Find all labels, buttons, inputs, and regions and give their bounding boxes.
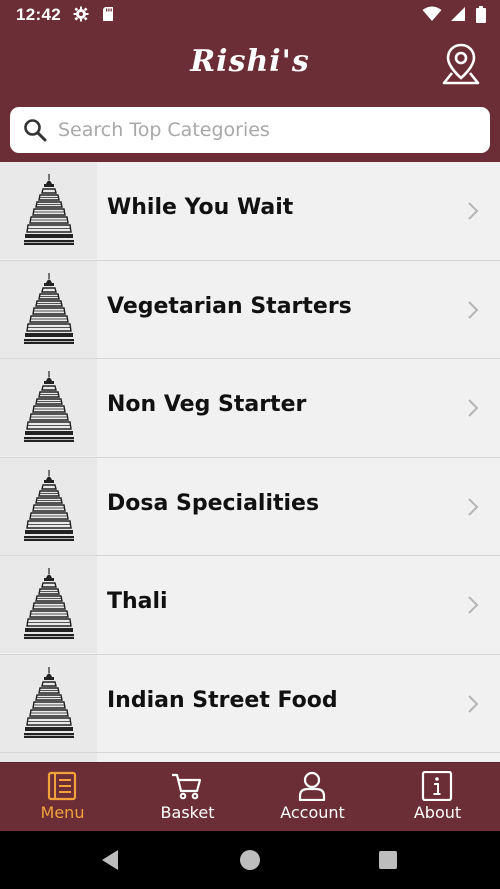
temple-tower-icon xyxy=(23,272,75,345)
list-item[interactable]: While You Wait xyxy=(0,162,500,261)
info-icon xyxy=(421,771,453,801)
category-thumbnail xyxy=(0,654,97,752)
tab-about-label: About xyxy=(413,803,462,822)
back-icon[interactable] xyxy=(100,849,120,871)
tab-account[interactable]: Account xyxy=(250,763,375,832)
category-label: While You Wait xyxy=(107,195,294,220)
category-label: Non Veg Starter xyxy=(107,392,307,417)
chevron-right-icon xyxy=(468,497,479,516)
signal-icon xyxy=(450,7,465,21)
app-header: Rishi's xyxy=(0,30,500,162)
temple-tower-icon xyxy=(23,469,75,542)
recents-icon[interactable] xyxy=(379,851,397,869)
search-box[interactable] xyxy=(10,107,490,153)
status-time: 12:42 xyxy=(16,5,61,24)
category-thumbnail xyxy=(0,359,97,456)
temple-tower-icon xyxy=(23,568,75,640)
category-thumbnail xyxy=(0,556,97,653)
location-pin-icon xyxy=(442,43,480,85)
list-item[interactable]: Thali xyxy=(0,556,500,655)
temple-tower-icon xyxy=(23,371,75,443)
tab-menu-label: Menu xyxy=(40,803,85,822)
tab-about[interactable]: About xyxy=(375,763,500,832)
list-item[interactable]: Vegetarian Starters xyxy=(0,260,500,359)
temple-tower-icon xyxy=(23,666,75,739)
category-thumbnail xyxy=(0,162,97,259)
chevron-right-icon xyxy=(468,694,479,713)
wifi-icon xyxy=(422,6,442,21)
category-thumbnail xyxy=(0,457,97,555)
system-nav-bar xyxy=(0,831,500,889)
tab-account-label: Account xyxy=(280,803,345,822)
location-button[interactable] xyxy=(440,42,482,86)
cart-icon xyxy=(172,773,202,800)
chevron-right-icon xyxy=(468,202,479,220)
status-bar: 12:42 xyxy=(0,0,500,30)
sd-card-icon xyxy=(103,7,114,21)
temple-tower-icon xyxy=(23,174,75,246)
list-item[interactable]: Indian Street Food xyxy=(0,654,500,753)
category-thumbnail xyxy=(0,753,97,762)
home-icon[interactable] xyxy=(240,850,260,870)
list-item[interactable]: Non Veg Starter xyxy=(0,359,500,458)
tab-basket-label: Basket xyxy=(160,803,215,822)
menu-book-icon xyxy=(47,771,77,801)
gear-icon xyxy=(73,6,89,22)
tab-basket[interactable]: Basket xyxy=(125,763,250,832)
category-label: Vegetarian Starters xyxy=(107,293,352,319)
chevron-right-icon xyxy=(468,596,479,614)
list-item[interactable]: Dosa Specialities xyxy=(0,457,500,556)
app-title: Rishi's xyxy=(190,44,310,79)
chevron-right-icon xyxy=(468,300,479,319)
battery-icon xyxy=(476,6,486,23)
search-input[interactable] xyxy=(58,107,478,153)
chevron-right-icon xyxy=(468,399,479,417)
category-label: Dosa Specialities xyxy=(107,490,320,516)
category-thumbnail xyxy=(0,260,97,358)
list-item[interactable] xyxy=(0,753,500,762)
bottom-tab-bar: Menu Basket Account About xyxy=(0,762,500,831)
category-list: While You Wait Vegetarian Starters Non V… xyxy=(0,162,500,762)
tab-menu[interactable]: Menu xyxy=(0,763,125,832)
status-left-icons xyxy=(73,6,115,25)
category-label: Indian Street Food xyxy=(107,687,338,713)
category-label: Thali xyxy=(107,589,168,614)
user-icon xyxy=(298,771,326,801)
search-icon xyxy=(24,119,47,142)
status-right-icons xyxy=(422,6,486,25)
